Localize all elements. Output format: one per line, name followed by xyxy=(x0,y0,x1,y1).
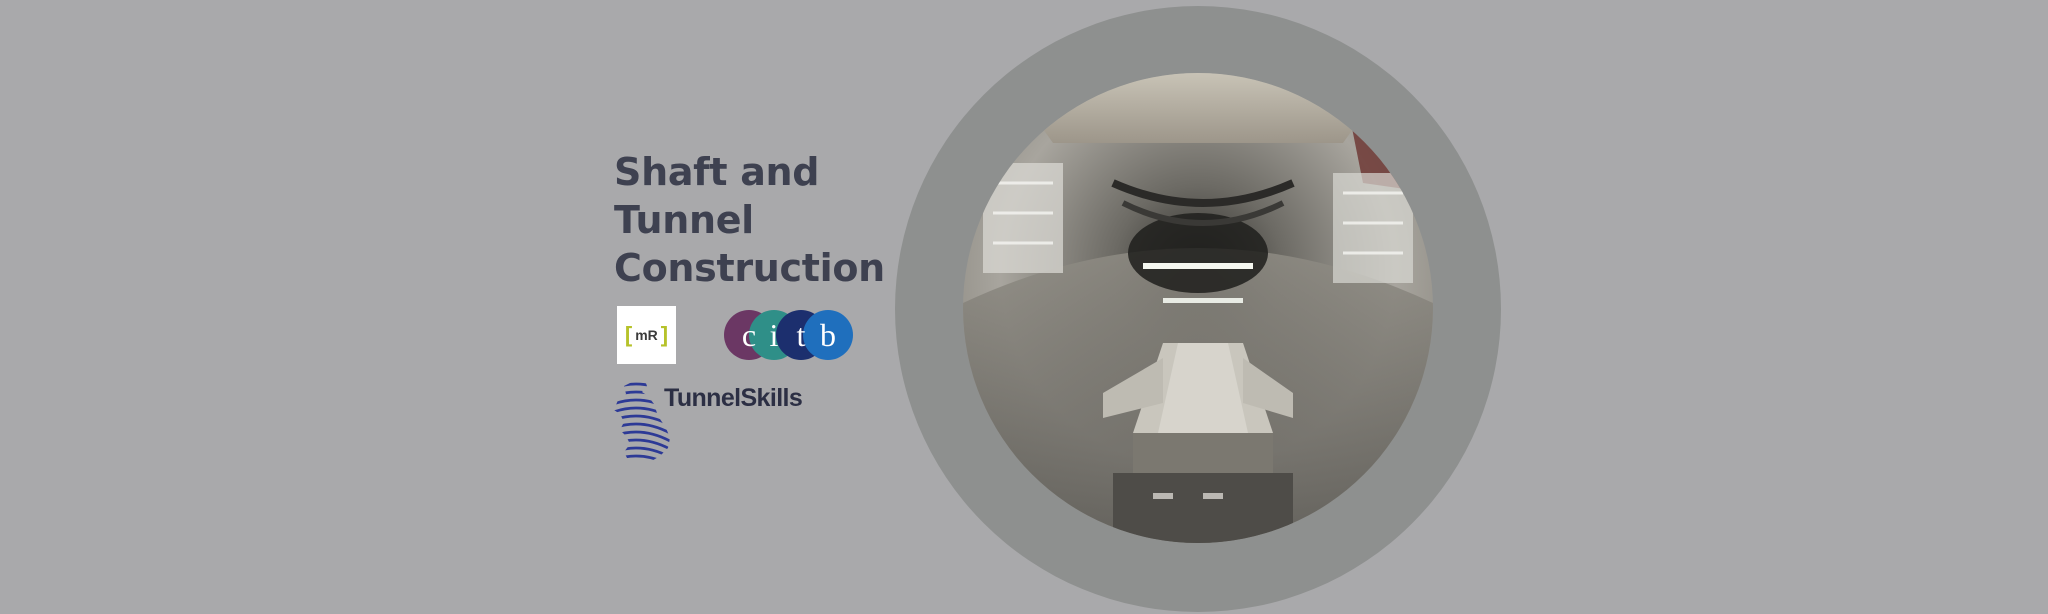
citb-logo: c i t b xyxy=(724,310,853,360)
mr-logo: [ mR ] xyxy=(617,306,676,364)
tunnelskills-logo-text: TunnelSkills xyxy=(664,384,803,412)
title-line-1: Shaft and xyxy=(614,150,820,194)
hero-banner: Shaft and Tunnel Construction [ mR ] c i… xyxy=(0,0,2048,614)
mr-logo-text: mR xyxy=(635,327,658,343)
bracket-left-icon: [ xyxy=(624,322,633,347)
citb-letter-t: t xyxy=(797,317,806,353)
title-line-3: Construction xyxy=(614,246,885,290)
citb-letter-i: i xyxy=(770,317,779,353)
bracket-right-icon: ] xyxy=(660,322,669,347)
page-title: Shaft and Tunnel Construction xyxy=(614,148,914,292)
citb-letter-c: c xyxy=(742,317,756,353)
tunnel-interior-image xyxy=(963,73,1433,543)
title-line-2: Tunnel xyxy=(614,198,754,242)
tunnel-photo xyxy=(963,73,1433,543)
citb-letter-b: b xyxy=(820,317,836,353)
